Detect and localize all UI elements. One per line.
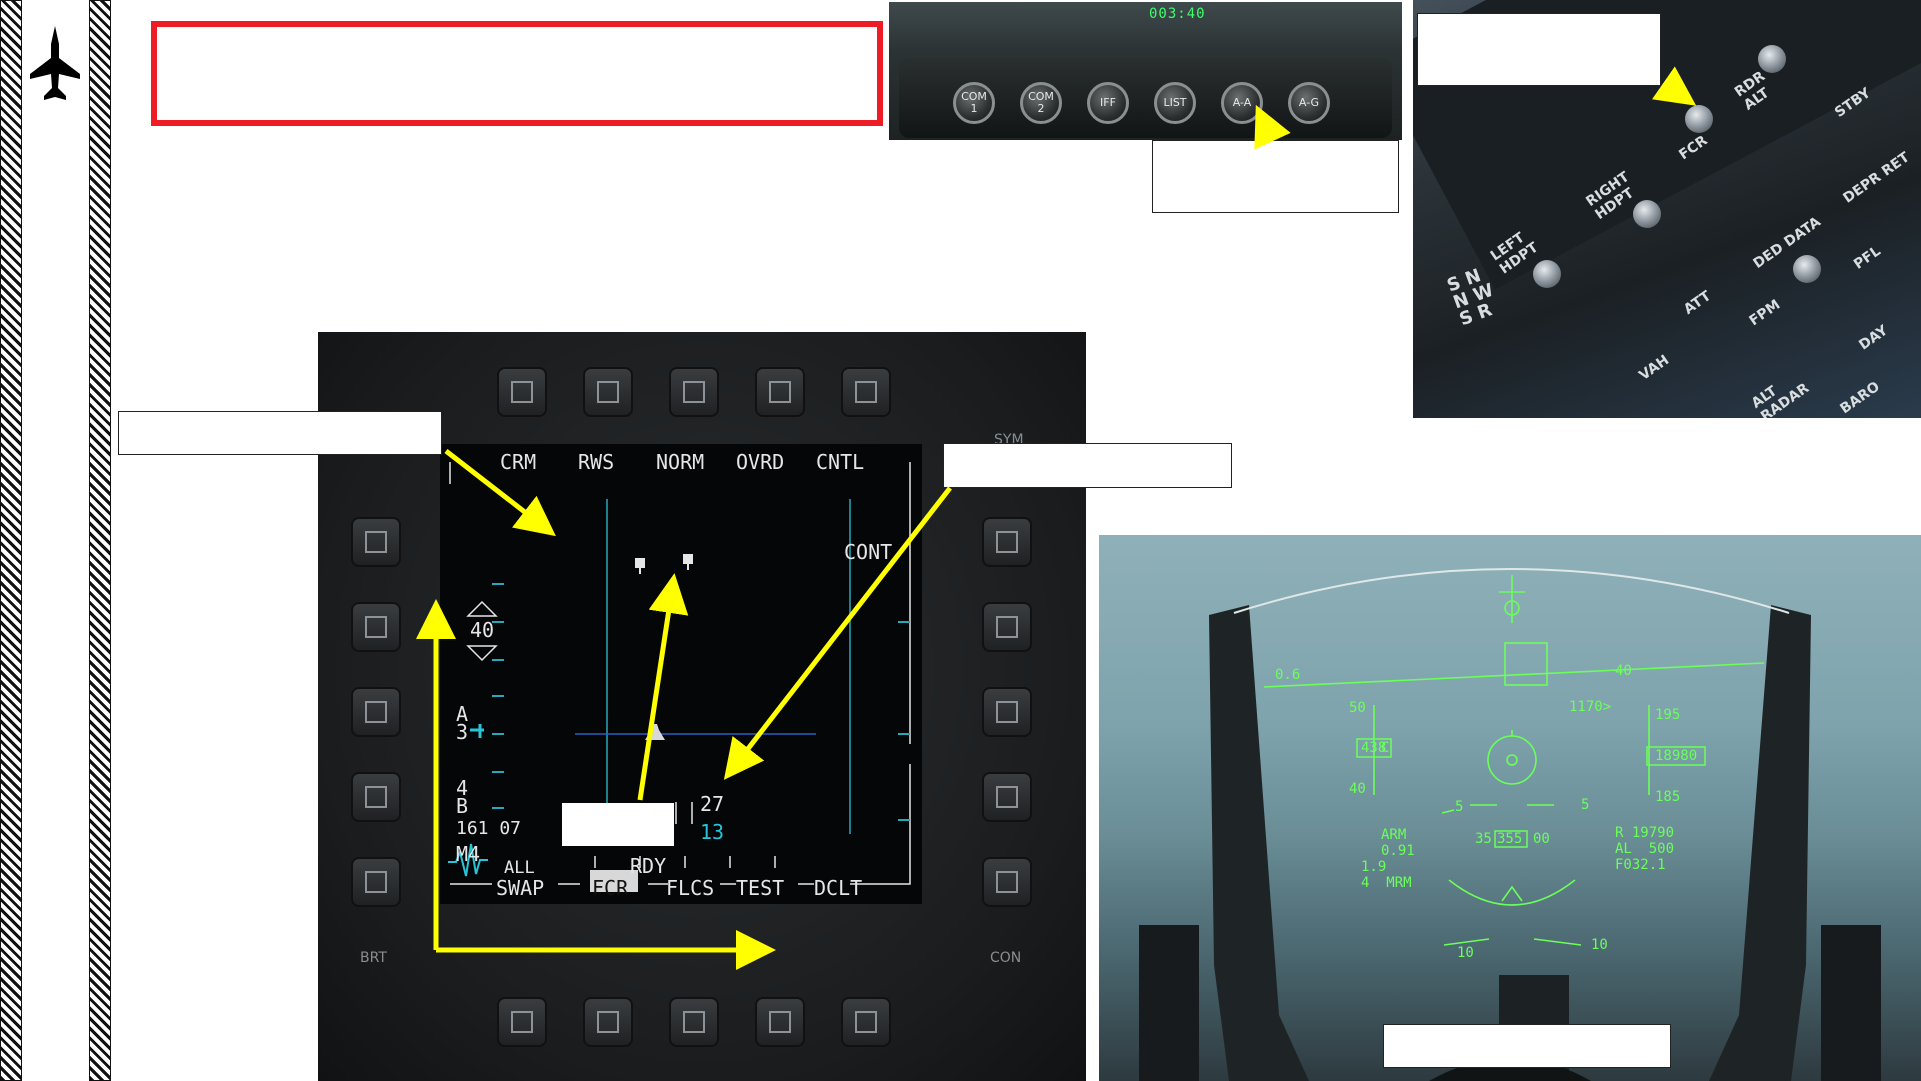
rws-label[interactable]: RWS — [578, 450, 614, 474]
osb-top-5[interactable] — [841, 367, 891, 417]
com2-button[interactable]: COM 2 — [1020, 82, 1062, 124]
fpm-label: FPM — [1746, 296, 1784, 330]
vah-label: VAH — [1636, 352, 1673, 384]
icp-display: 003:40 — [1149, 6, 1206, 22]
dclt-label[interactable]: DCLT — [814, 876, 862, 900]
hud-pitch-right: 40 — [1615, 663, 1632, 679]
mfd-target-callout — [562, 803, 674, 846]
hud-ladder-5l: 5 — [1455, 799, 1464, 815]
hud-f-time: F032.1 — [1615, 857, 1666, 873]
osb-right-1[interactable] — [982, 517, 1032, 567]
hud-alt-box: 18980 — [1655, 748, 1698, 764]
baro-label: BARO — [1837, 378, 1883, 418]
ovrd-label[interactable]: OVRD — [736, 450, 784, 474]
osb-right-4[interactable] — [982, 772, 1032, 822]
hud-radar-alt: R 19790 — [1615, 825, 1675, 841]
flcs-label[interactable]: FLCS — [666, 876, 714, 900]
icp-panel: 003:40 COM 1 COM 2 IFF LIST A-A A-G — [889, 2, 1402, 140]
rdy-label: RDY — [630, 854, 667, 878]
mfd-cursor-callout — [943, 443, 1232, 488]
hud-view: 0.6 40 50 438 C 40 1170> 195 18980 185 A… — [1099, 535, 1921, 1081]
mode-m4[interactable]: M4 — [456, 842, 480, 866]
hud-speed-50: 50 — [1349, 700, 1366, 716]
title-box — [151, 21, 883, 126]
osb-left-1[interactable] — [351, 517, 401, 567]
osb-top-2[interactable] — [583, 367, 633, 417]
hud-pitch-left: 0.6 — [1275, 667, 1301, 683]
hud-alt-195: 195 — [1655, 707, 1681, 723]
osb-bottom-4[interactable] — [755, 997, 805, 1047]
hud-al: AL 500 — [1615, 841, 1675, 857]
right-hatched-rail — [89, 0, 111, 1081]
hud-g-load: 1.9 — [1361, 859, 1387, 875]
osb-top-4[interactable] — [755, 367, 805, 417]
cntl-label[interactable]: CNTL — [816, 450, 864, 474]
all-label: ALL — [504, 858, 535, 878]
pfl-label: PFL — [1851, 243, 1884, 273]
mfd-screen: CRM RWS NORM OVRD CNTL CONT 40 A 3 4 B 1… — [440, 444, 922, 904]
heading-speed: 161 07 — [456, 818, 522, 839]
osb-left-3[interactable] — [351, 687, 401, 737]
hud-ladder-5r: 5 — [1581, 797, 1590, 813]
osb-left-4[interactable] — [351, 772, 401, 822]
rdr-alt-switch[interactable] — [1758, 45, 1786, 73]
hud-speed-40: 40 — [1349, 781, 1366, 797]
hud-ladder-10l: 10 — [1457, 945, 1474, 961]
cont-label[interactable]: CONT — [844, 540, 892, 564]
con-rocker-label[interactable]: CON — [990, 950, 1021, 966]
fcr-switch[interactable] — [1685, 105, 1713, 133]
hud-alt-arrow: 1170> — [1569, 699, 1612, 715]
osb-right-5[interactable] — [982, 857, 1032, 907]
a-g-button[interactable]: A-G — [1288, 82, 1330, 124]
swap-label[interactable]: SWAP — [496, 876, 544, 900]
target-altitude: 27 — [700, 792, 725, 816]
iff-button[interactable]: IFF — [1087, 82, 1129, 124]
att-label: ATT — [1681, 288, 1715, 318]
hud-heading-00: 00 — [1533, 831, 1550, 847]
hud-ladder-10r: 10 — [1591, 937, 1608, 953]
hud-speed-c: C — [1381, 740, 1390, 756]
brt-rocker-label[interactable]: BRT — [360, 950, 387, 966]
osb-right-3[interactable] — [982, 687, 1032, 737]
osb-bottom-3[interactable] — [669, 997, 719, 1047]
hud-frame-graphics — [1139, 568, 1881, 1081]
bar-b-label[interactable]: B — [456, 794, 468, 818]
az-3-label[interactable]: 3 — [456, 720, 468, 744]
osb-right-2[interactable] — [982, 602, 1032, 652]
alt-radar-label: ALT RADAR — [1748, 380, 1813, 418]
osb-left-5[interactable] — [351, 857, 401, 907]
mfd-mode-callout — [118, 411, 442, 455]
a-a-button[interactable]: A-A — [1221, 82, 1263, 124]
target-number: 13 — [700, 820, 725, 844]
left-hatched-rail — [0, 0, 22, 1081]
osb-left-2[interactable] — [351, 602, 401, 652]
icp-callout — [1152, 140, 1399, 213]
sensor-callout — [1417, 13, 1661, 86]
crm-label[interactable]: CRM — [500, 450, 536, 474]
test-label[interactable]: TEST — [736, 876, 784, 900]
jet-icon — [30, 26, 80, 100]
norm-label[interactable]: NORM — [656, 450, 704, 474]
hud-heading-35: 35 — [1475, 831, 1492, 847]
hud-heading-box: 355 — [1497, 831, 1523, 847]
left-hdpt-switch[interactable] — [1533, 260, 1561, 288]
hud-arm: ARM — [1381, 827, 1407, 843]
osb-top-3[interactable] — [669, 367, 719, 417]
osb-top-1[interactable] — [497, 367, 547, 417]
hud-mrm: 4 MRM — [1361, 875, 1412, 891]
osb-bottom-2[interactable] — [583, 997, 633, 1047]
hud-mach: 0.91 — [1381, 843, 1415, 859]
range-value: 40 — [470, 618, 495, 642]
hud-alt-185: 185 — [1655, 789, 1681, 805]
day-label: DAY — [1856, 322, 1892, 354]
hud-callout — [1383, 1024, 1671, 1068]
fcr-label[interactable]: FCR — [592, 876, 628, 900]
right-hdpt-switch[interactable] — [1633, 200, 1661, 228]
list-button[interactable]: LIST — [1154, 82, 1196, 124]
ded-data-switch[interactable] — [1793, 255, 1821, 283]
depr-ret-label: DEPR RET — [1840, 149, 1913, 207]
osb-bottom-1[interactable] — [497, 997, 547, 1047]
osb-bottom-5[interactable] — [841, 997, 891, 1047]
com1-button[interactable]: COM 1 — [953, 82, 995, 124]
